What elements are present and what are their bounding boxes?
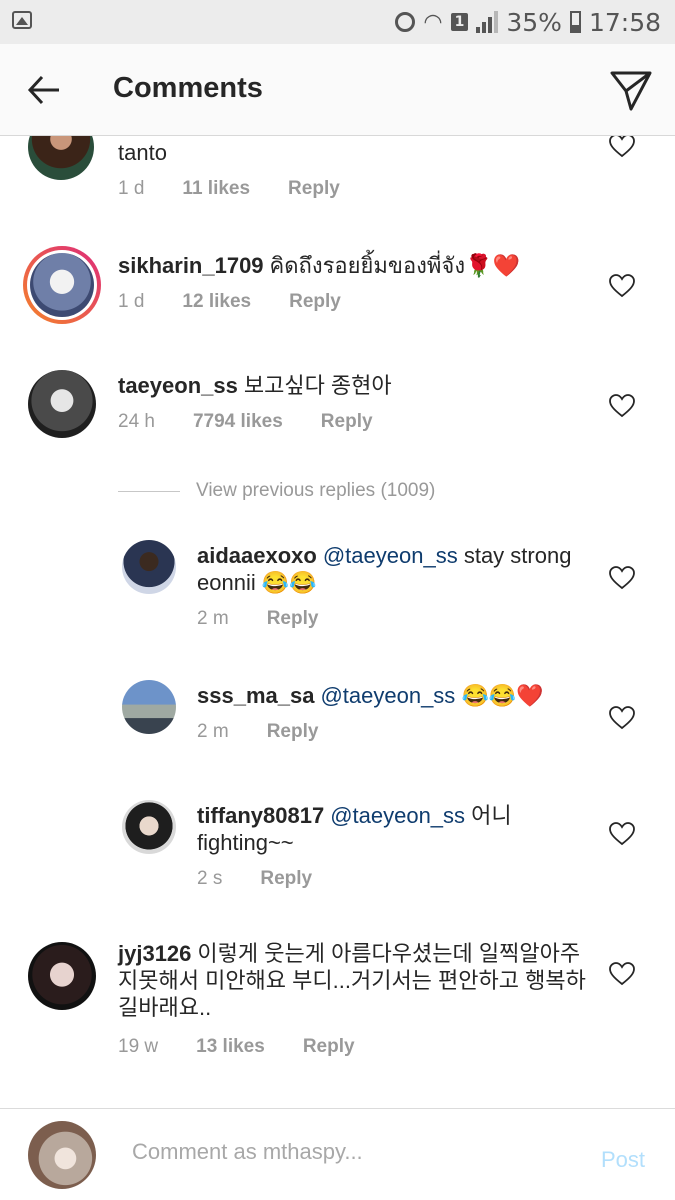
comment-meta: 1 d 12 likes Reply (118, 291, 341, 313)
reply-username[interactable]: aidaaexoxo (197, 543, 317, 568)
alarm-icon (395, 12, 416, 32)
direct-message-button[interactable] (609, 68, 653, 112)
avatar[interactable] (28, 136, 94, 180)
comment-time: 24 h (118, 411, 155, 432)
battery-percent: 35% (506, 7, 562, 37)
comment-text: jyj3126 이렇게 웃는게 아름다우셨는데 일찍알아주지못해서 미안해요 부디… (118, 941, 586, 1020)
avatar[interactable] (23, 246, 101, 324)
reply-username[interactable]: sss_ma_sa (197, 683, 314, 708)
comment-time: 1 d (118, 291, 145, 312)
wifi-icon: ◠ (423, 9, 443, 35)
reply-button[interactable]: Reply (288, 178, 340, 200)
sim-slot-badge: 1 (450, 13, 469, 31)
avatar[interactable] (28, 942, 96, 1010)
comment-username[interactable]: jyj3126 (118, 941, 191, 966)
page-title: Comments (113, 72, 263, 104)
comment-text: taeyeon_ss 보고싶다 종현아 (118, 373, 392, 398)
divider (118, 490, 180, 492)
heart-icon[interactable] (609, 136, 635, 158)
comment-text: tanto (118, 140, 167, 165)
comment-username[interactable]: taeyeon_ss (118, 373, 238, 398)
mention-link[interactable]: @taeyeon_ss (323, 543, 458, 568)
reply-time: 2 s (197, 868, 223, 889)
comment-list[interactable]: tanto 1 d 11 likes Reply sikharin_1709 คิ… (0, 136, 675, 1106)
battery-icon (569, 11, 581, 33)
arrow-left-icon (27, 75, 59, 105)
reply-text: sss_ma_sa @taeyeon_ss 😂😂❤️ (197, 683, 544, 708)
status-bar: ◠ 1 35% 17:58 (0, 0, 675, 44)
avatar[interactable] (122, 800, 176, 854)
likes-count[interactable]: 7794 likes (193, 411, 283, 433)
reply-text: tiffany80817 @taeyeon_ss 어니 fighting~~ (197, 803, 512, 855)
mention-link[interactable]: @taeyeon_ss (320, 683, 455, 708)
reply-meta: 2 s Reply (197, 868, 312, 890)
heart-icon[interactable] (609, 274, 635, 298)
reply-time: 2 m (197, 608, 229, 629)
reply-username[interactable]: tiffany80817 (197, 803, 324, 828)
heart-icon[interactable] (609, 706, 635, 730)
comment-input[interactable] (132, 1139, 572, 1165)
reply-meta: 2 m Reply (197, 721, 318, 743)
likes-count[interactable]: 12 likes (182, 291, 251, 313)
reply-meta: 2 m Reply (197, 608, 318, 630)
comment-composer: Post (0, 1108, 675, 1200)
mention-link[interactable]: @taeyeon_ss (330, 803, 465, 828)
reply-time: 2 m (197, 721, 229, 742)
reply-text: aidaaexoxo @taeyeon_ss stay strong eonnii… (197, 543, 572, 595)
heart-icon[interactable] (609, 962, 635, 986)
comment-time: 19 w (118, 1036, 159, 1057)
heart-icon[interactable] (609, 394, 635, 418)
comment-time: 1 d (118, 178, 145, 199)
post-button[interactable]: Post (601, 1147, 645, 1173)
heart-icon[interactable] (609, 822, 635, 846)
paper-plane-icon (610, 71, 652, 111)
avatar[interactable] (122, 540, 176, 594)
current-user-avatar (28, 1121, 96, 1189)
comment-text: sikharin_1709 คิดถึงรอยยิ้มของพี่จัง🌹❤️ (118, 253, 520, 278)
likes-count[interactable]: 11 likes (182, 178, 250, 200)
reply-button[interactable]: Reply (289, 291, 341, 313)
clock: 17:58 (588, 7, 661, 37)
comment-meta: 1 d 11 likes Reply (118, 178, 340, 200)
avatar[interactable] (28, 370, 96, 438)
status-icons: ◠ 1 35% 17:58 (395, 6, 661, 38)
reply-button[interactable]: Reply (260, 868, 312, 890)
likes-count[interactable]: 13 likes (196, 1036, 265, 1058)
back-button[interactable] (26, 72, 62, 108)
reply-button[interactable]: Reply (267, 721, 319, 743)
reply-button[interactable]: Reply (303, 1036, 355, 1058)
reply-button[interactable]: Reply (267, 608, 319, 630)
heart-icon[interactable] (609, 566, 635, 590)
comment-username[interactable]: sikharin_1709 (118, 253, 264, 278)
comment-meta: 24 h 7794 likes Reply (118, 411, 373, 433)
app-header: Comments (0, 44, 675, 136)
view-previous-replies[interactable]: View previous replies (1009) (118, 480, 435, 502)
comment-meta: 19 w 13 likes Reply (118, 1036, 355, 1058)
signal-icon (476, 11, 499, 33)
reply-button[interactable]: Reply (321, 411, 373, 433)
gallery-icon (12, 11, 32, 29)
avatar[interactable] (122, 680, 176, 734)
